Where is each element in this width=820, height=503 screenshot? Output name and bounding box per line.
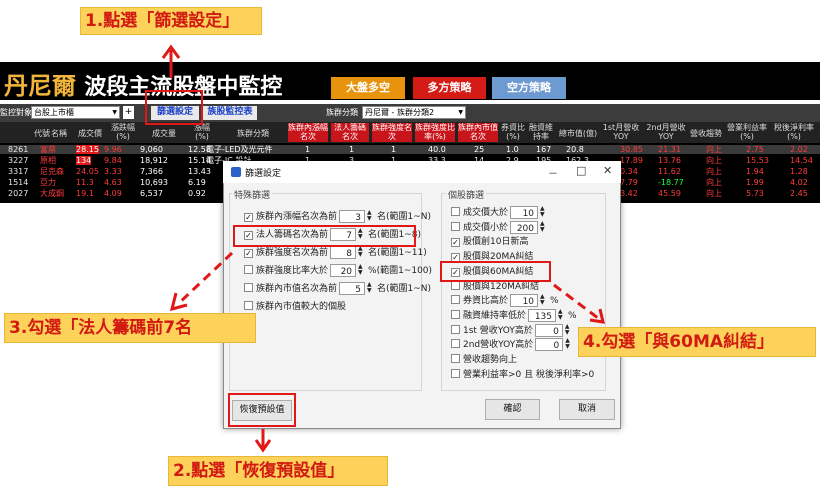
callout-step2: 2.點選「恢復預設值」 <box>168 456 388 486</box>
arrow-step4-line <box>553 283 599 320</box>
arrow-step3-line <box>176 251 234 306</box>
callout-step4: 4.勾選「與60MA糾結」 <box>578 327 816 357</box>
arrow-step3-head <box>169 292 188 312</box>
callout-step3: 3.勾選「法人籌碼前7名 <box>4 313 256 343</box>
annotation-arrows <box>161 44 605 453</box>
